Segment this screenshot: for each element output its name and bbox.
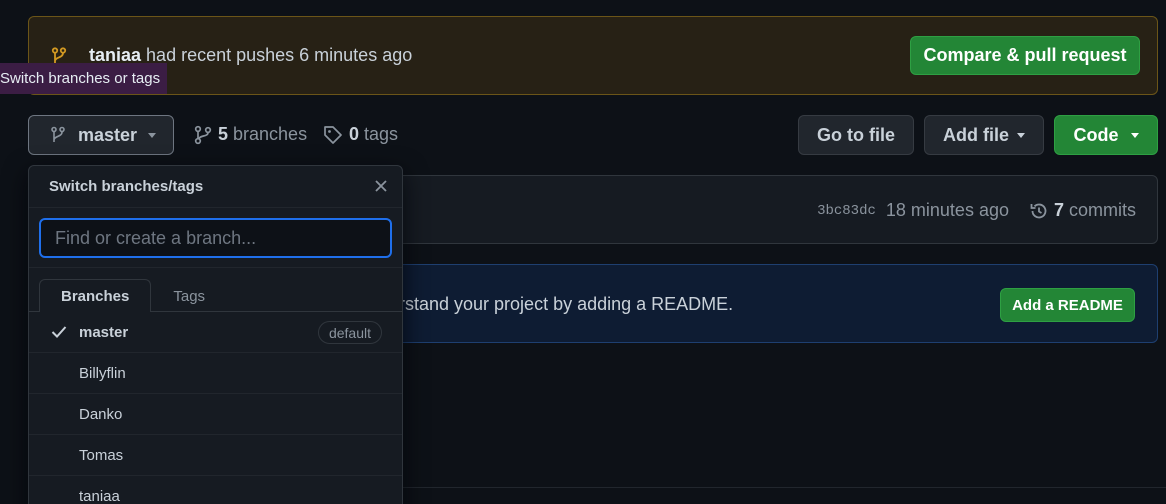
add-readme-banner: rstand your project by adding a README. … <box>390 264 1158 343</box>
divider <box>390 487 1166 488</box>
chevron-down-icon <box>1130 132 1139 138</box>
git-branch-icon <box>50 126 66 144</box>
commit-count: 7 <box>1053 200 1064 220</box>
code-button[interactable]: Code <box>1054 115 1158 155</box>
close-icon[interactable] <box>374 179 388 193</box>
branches-link[interactable]: 5 branches <box>194 124 307 145</box>
tab-branches[interactable]: Branches <box>39 279 152 312</box>
commit-label: commits <box>1069 200 1136 220</box>
code-label: Code <box>1073 124 1119 145</box>
commits-history-link[interactable]: 7 commits <box>1029 200 1136 221</box>
branch-search-input[interactable] <box>39 218 392 258</box>
branch-name: master <box>79 323 129 341</box>
tag-label: tags <box>364 124 399 144</box>
branch-count: 5 <box>218 124 229 144</box>
recent-push-banner: taniaa had recent pushes 6 minutes ago C… <box>28 16 1158 95</box>
tag-count: 0 <box>349 124 360 144</box>
compare-pull-request-button[interactable]: Compare & pull request <box>910 36 1140 75</box>
push-message-text: had recent pushes 6 minutes ago <box>146 45 413 65</box>
tab-tags[interactable]: Tags <box>151 279 227 312</box>
branch-item-taniaa[interactable]: taniaa <box>29 476 402 504</box>
branch-name: taniaa <box>79 487 120 504</box>
branch-name: Tomas <box>79 446 124 464</box>
commit-sha[interactable]: 3bc83dc <box>817 203 876 219</box>
dropdown-title: Switch branches/tags <box>49 178 204 195</box>
branch-switcher-dropdown: Switch branches/tags Branches Tags maste… <box>28 165 403 504</box>
add-file-label: Add file <box>943 124 1009 145</box>
branch-item-tomas[interactable]: Tomas <box>29 435 402 476</box>
chevron-down-icon <box>148 132 157 138</box>
branch-name: Billyflin <box>79 364 126 382</box>
history-icon <box>1029 201 1049 221</box>
tags-link[interactable]: 0 tags <box>323 124 398 145</box>
latest-commit-box: 3bc83dc 18 minutes ago 7 commits <box>390 175 1158 244</box>
switch-branches-tooltip: Switch branches or tags <box>0 63 167 94</box>
branch-item-billyflin[interactable]: Billyflin <box>29 353 402 394</box>
branch-item-danko[interactable]: Danko <box>29 394 402 435</box>
push-user-link[interactable]: taniaa <box>89 45 141 65</box>
branch-selector-button[interactable]: master <box>28 115 174 155</box>
chevron-down-icon <box>1017 132 1025 138</box>
check-icon <box>51 325 67 339</box>
add-readme-button[interactable]: Add a README <box>1000 288 1135 322</box>
git-branch-icon <box>194 125 212 145</box>
tag-icon <box>323 125 343 145</box>
add-file-button[interactable]: Add file <box>924 115 1044 155</box>
commit-age: 18 minutes ago <box>885 200 1009 220</box>
branch-name: Danko <box>79 405 123 423</box>
go-to-file-button[interactable]: Go to file <box>798 115 914 155</box>
current-branch-label: master <box>78 124 138 145</box>
readme-message: rstand your project by adding a README. <box>399 294 734 314</box>
branch-item-master[interactable]: master default <box>29 312 402 353</box>
branch-label: branches <box>233 124 308 144</box>
default-badge: default <box>317 321 382 344</box>
